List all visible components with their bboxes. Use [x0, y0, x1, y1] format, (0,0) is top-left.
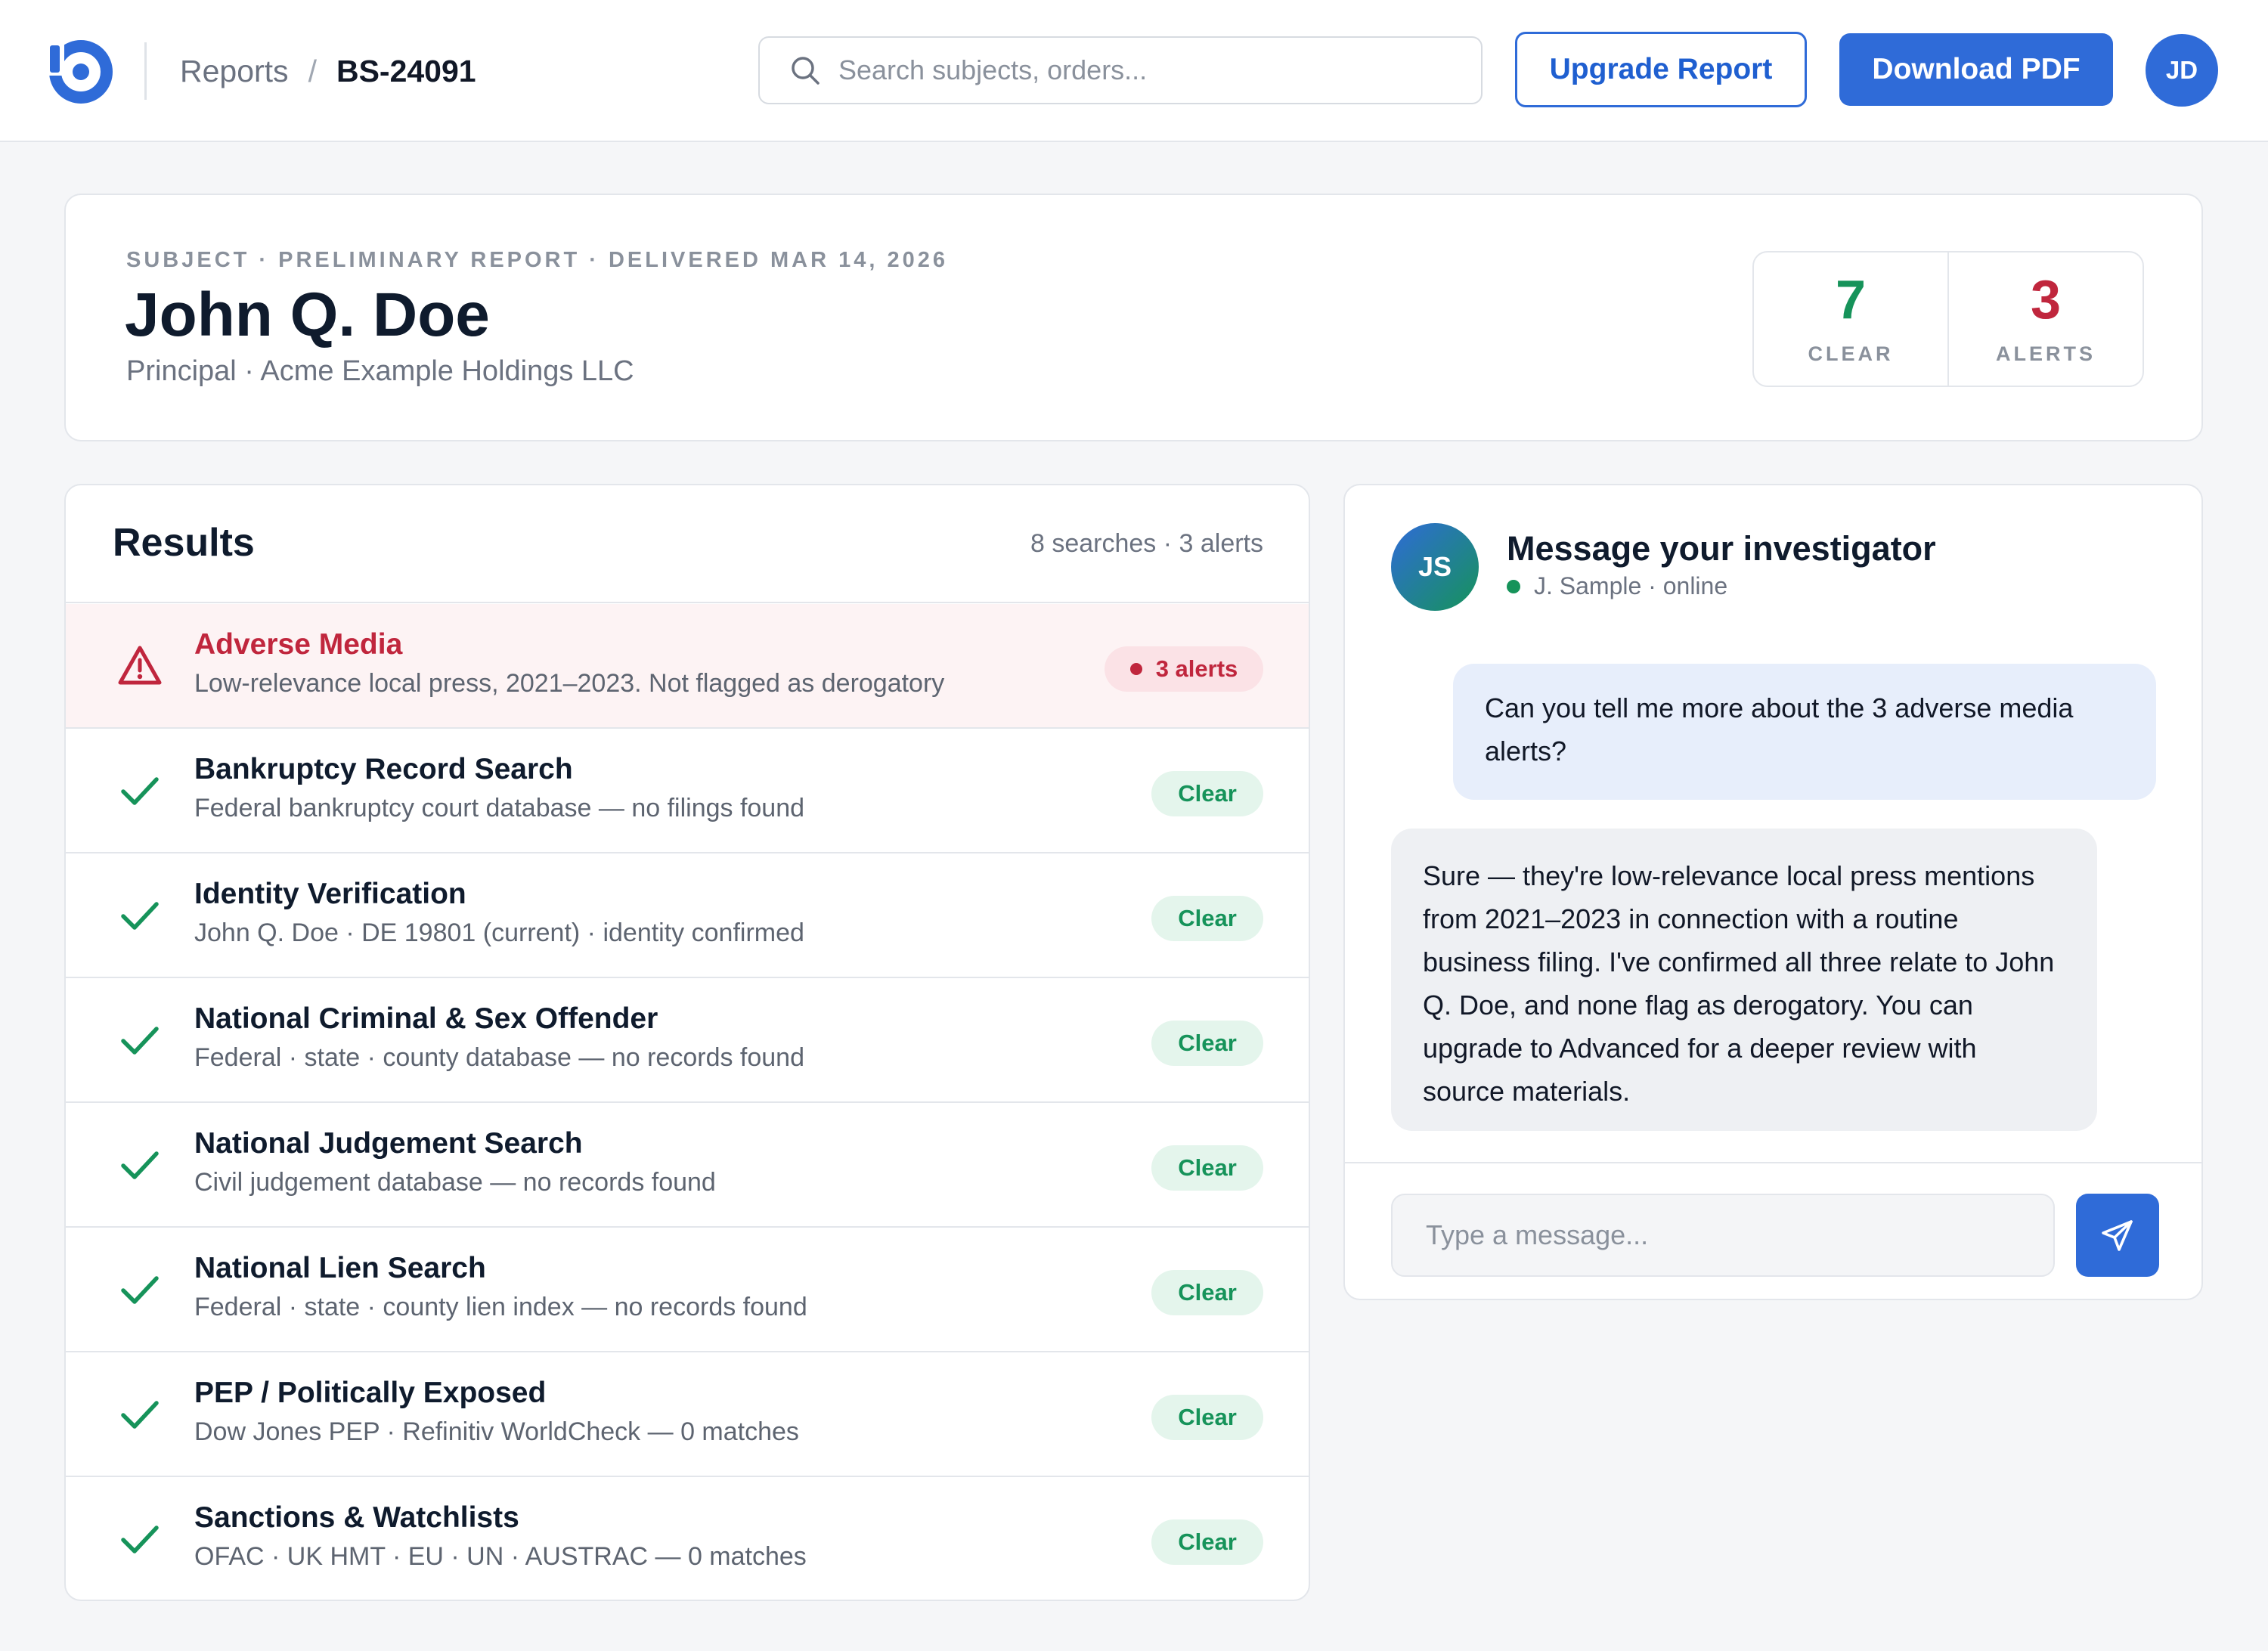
result-row-judgement[interactable]: National Judgement Search Civil judgemen…	[66, 1103, 1309, 1228]
result-row-adverse-media[interactable]: Adverse Media Low-relevance local press,…	[66, 604, 1309, 729]
check-icon	[121, 1276, 159, 1304]
status-badge: Clear	[1151, 1145, 1263, 1191]
subject-role: Principal · Acme Example Holdings LLC	[126, 355, 634, 387]
result-title: Bankruptcy Record Search	[194, 753, 573, 785]
breadcrumb-current: BS-24091	[336, 53, 476, 88]
chat-title: Message your investigator	[1507, 529, 1936, 568]
upgrade-report-button[interactable]: Upgrade Report	[1515, 32, 1807, 107]
alerts-label: ALERTS	[1996, 342, 2096, 365]
investigator-status-text: J. Sample · online	[1534, 572, 1728, 599]
result-description: Federal bankruptcy court database — no f…	[194, 794, 805, 822]
result-description: John Q. Doe · DE 19801 (current) · ident…	[194, 918, 804, 947]
message-input[interactable]	[1391, 1194, 2055, 1277]
results-meta: 8 searches · 3 alerts	[1030, 529, 1263, 558]
result-description: Federal · state · county lien index — no…	[194, 1293, 807, 1321]
clear-count: 7	[1835, 269, 1867, 330]
send-button[interactable]	[2076, 1194, 2159, 1277]
clear-label: CLEAR	[1808, 342, 1894, 365]
result-title: National Judgement Search	[194, 1127, 583, 1160]
result-row-bankruptcy[interactable]: Bankruptcy Record Search Federal bankrup…	[66, 729, 1309, 853]
check-icon	[121, 1027, 159, 1055]
result-row-lien[interactable]: National Lien Search Federal · state · c…	[66, 1228, 1309, 1352]
result-title: Adverse Media	[194, 628, 403, 661]
results-header: Results 8 searches · 3 alerts	[66, 485, 1309, 603]
online-dot-icon	[1507, 579, 1520, 593]
top-bar: Reports / BS-24091 Upgrade Report Downlo…	[0, 0, 2268, 142]
investigator-message: Sure — they're low-relevance local press…	[1391, 829, 2097, 1131]
send-icon	[2102, 1220, 2133, 1251]
check-icon	[121, 902, 159, 930]
user-avatar[interactable]: JD	[2146, 34, 2218, 107]
investigator-chat: JS Message your investigator J. Sample ·…	[1343, 484, 2203, 1300]
result-title: Sanctions & Watchlists	[194, 1501, 519, 1534]
warning-icon	[118, 646, 162, 685]
breadcrumb-separator: /	[308, 53, 317, 88]
status-badge-label: 3 alerts	[1155, 655, 1238, 682]
breadcrumb: Reports / BS-24091	[180, 48, 476, 94]
result-row-sanctions[interactable]: Sanctions & Watchlists OFAC · UK HMT · E…	[66, 1477, 1309, 1600]
results-list: Adverse Media Low-relevance local press,…	[66, 604, 1309, 1600]
investigator-status: J. Sample · online	[1507, 572, 1727, 600]
result-row-criminal[interactable]: National Criminal & Sex Offender Federal…	[66, 978, 1309, 1103]
result-description: Federal · state · county database — no r…	[194, 1043, 805, 1072]
investigator-avatar: JS	[1391, 523, 1479, 611]
result-title: PEP / Politically Exposed	[194, 1377, 547, 1409]
download-pdf-button[interactable]: Download PDF	[1839, 33, 2113, 106]
check-icon	[121, 1401, 159, 1429]
clear-stat: 7 CLEAR	[1754, 252, 1947, 386]
results-card: Results 8 searches · 3 alerts Adverse Me…	[64, 484, 1310, 1601]
status-badge: Clear	[1151, 1021, 1263, 1066]
status-badge: Clear	[1151, 1395, 1263, 1440]
subject-name: John Q. Doe	[125, 280, 490, 349]
check-icon	[121, 1151, 159, 1179]
subject-eyebrow: SUBJECT · PRELIMINARY REPORT · DELIVERED…	[126, 248, 948, 272]
result-description: Civil judgement database — no records fo…	[194, 1168, 716, 1197]
summary-stats: 7 CLEAR 3 ALERTS	[1752, 251, 2144, 387]
result-title: National Criminal & Sex Offender	[194, 1002, 658, 1035]
result-description: OFAC · UK HMT · EU · UN · AUSTRAC — 0 ma…	[194, 1542, 807, 1571]
result-title: Identity Verification	[194, 878, 466, 910]
status-badge: Clear	[1151, 896, 1263, 941]
result-row-pep[interactable]: PEP / Politically Exposed Dow Jones PEP …	[66, 1352, 1309, 1477]
subject-card: SUBJECT · PRELIMINARY REPORT · DELIVERED…	[64, 194, 2203, 441]
result-description: Low-relevance local press, 2021–2023. No…	[194, 669, 945, 698]
alerts-stat: 3 ALERTS	[1947, 252, 2143, 386]
result-title: National Lien Search	[194, 1252, 486, 1284]
search-input[interactable]	[838, 54, 1443, 86]
header-divider	[144, 42, 147, 100]
chat-divider	[1345, 1162, 2201, 1163]
alert-dot-icon	[1129, 663, 1142, 675]
status-badge: Clear	[1151, 1519, 1263, 1565]
user-message: Can you tell me more about the 3 adverse…	[1453, 664, 2156, 800]
results-title: Results	[113, 521, 255, 565]
status-badge: 3 alerts	[1105, 646, 1263, 692]
check-icon	[121, 777, 159, 805]
status-badge: Clear	[1151, 771, 1263, 816]
search-icon	[792, 57, 820, 85]
result-row-identity[interactable]: Identity Verification John Q. Doe · DE 1…	[66, 853, 1309, 978]
result-description: Dow Jones PEP · Refinitiv WorldCheck — 0…	[194, 1417, 799, 1446]
breadcrumb-reports-link[interactable]: Reports	[180, 54, 289, 89]
logo-icon[interactable]	[47, 38, 115, 106]
alerts-count: 3	[2030, 269, 2062, 330]
check-icon	[121, 1526, 159, 1553]
search-box[interactable]	[758, 36, 1483, 104]
status-badge: Clear	[1151, 1270, 1263, 1315]
